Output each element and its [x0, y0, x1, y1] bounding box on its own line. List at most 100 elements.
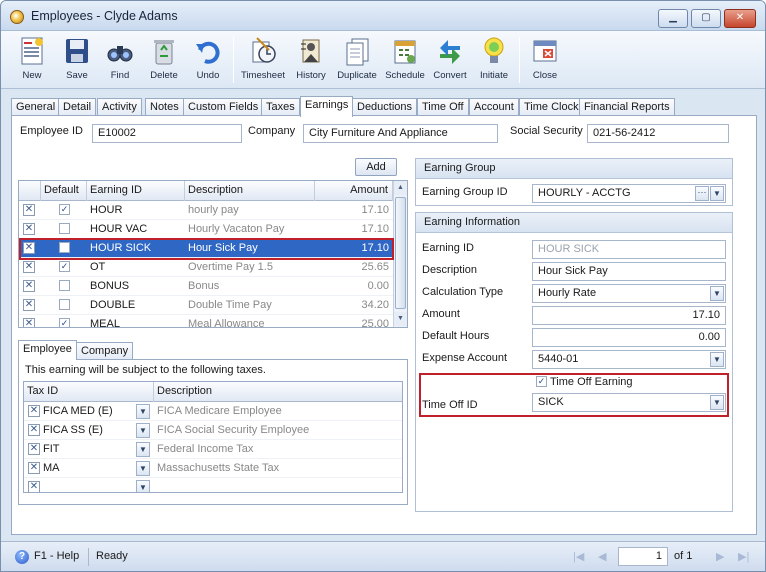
delete-row-icon[interactable]: ✕ — [23, 223, 35, 235]
tab-earnings[interactable]: Earnings — [300, 96, 354, 117]
earning-row[interactable]: ✕ ✓ MEAL Meal Allowance 25.00 — [19, 315, 393, 327]
tab-notes[interactable]: Notes — [145, 98, 184, 116]
tax-id-cell[interactable]: FICA MED (E) — [40, 402, 135, 420]
delete-row-icon[interactable]: ✕ — [23, 261, 35, 273]
default-checkbox[interactable] — [59, 299, 70, 310]
earning-row[interactable]: ✕ ✓ HOUR hourly pay 17.10 — [19, 201, 393, 220]
delete-row-icon[interactable]: ✕ — [28, 424, 40, 436]
help-label[interactable]: F1 - Help — [34, 550, 79, 562]
ellipsis-icon[interactable]: ··· — [695, 186, 709, 201]
employee-id-field[interactable]: E10002 — [92, 124, 242, 143]
column-header-tax-id[interactable]: Tax ID — [24, 382, 154, 402]
duplicate-button[interactable]: Duplicate — [335, 34, 379, 86]
chevron-down-icon[interactable]: ▼ — [136, 442, 150, 457]
default-checkbox[interactable] — [59, 223, 70, 234]
earning-row[interactable]: ✕ HOUR VAC Hourly Vacaton Pay 17.10 — [19, 220, 393, 239]
time-off-id-field[interactable]: SICK ▼ — [532, 393, 726, 412]
new-button[interactable]: New — [13, 34, 51, 86]
default-checkbox[interactable]: ✓ — [59, 261, 70, 272]
default-checkbox[interactable] — [59, 280, 70, 291]
tax-id-cell[interactable]: MA — [40, 459, 135, 477]
initiate-button[interactable]: Initiate — [475, 34, 513, 86]
undo-button[interactable]: Undo — [189, 34, 227, 86]
maximize-button[interactable]: ▢ — [691, 9, 721, 28]
delete-row-icon[interactable]: ✕ — [28, 481, 40, 492]
tab-time-clock[interactable]: Time Clock — [519, 98, 584, 116]
tab-general[interactable]: General — [11, 98, 61, 116]
description-field[interactable]: Hour Sick Pay — [532, 262, 726, 281]
calculation-type-field[interactable]: Hourly Rate ▼ — [532, 284, 726, 303]
delete-button[interactable]: Delete — [145, 34, 183, 86]
expense-account-field[interactable]: 5440-01 ▼ — [532, 350, 726, 369]
delete-row-icon[interactable]: ✕ — [23, 280, 35, 292]
minimize-button[interactable]: ▁ — [658, 9, 688, 28]
delete-row-icon[interactable]: ✕ — [23, 204, 35, 216]
history-button[interactable]: History — [292, 34, 330, 86]
default-hours-field[interactable]: 0.00 — [532, 328, 726, 347]
next-page-icon[interactable]: ▶ — [716, 550, 724, 563]
chevron-down-icon[interactable]: ▼ — [136, 404, 150, 419]
time-off-earning-checkbox[interactable]: ✓ — [536, 376, 547, 387]
tab-custom-fields[interactable]: Custom Fields — [183, 98, 264, 116]
tax-row[interactable]: ✕ FIT ▼ Federal Income Tax — [24, 440, 402, 459]
scroll-thumb[interactable] — [395, 197, 406, 309]
first-page-icon[interactable]: |◀ — [573, 550, 584, 563]
default-checkbox[interactable]: ✓ — [59, 204, 70, 215]
close-button[interactable]: Close — [526, 34, 564, 86]
subtab-company[interactable]: Company — [76, 342, 134, 359]
earning-group-id-field[interactable]: HOURLY - ACCTG ··· ▼ — [532, 184, 726, 203]
column-header-earning-id[interactable]: Earning ID — [87, 181, 185, 201]
column-header-default[interactable]: Default — [41, 181, 87, 201]
help-icon[interactable]: ? — [15, 550, 29, 564]
earning-row[interactable]: ✕ ✓ OT Overtime Pay 1.5 25.65 — [19, 258, 393, 277]
tax-id-cell[interactable]: FICA SS (E) — [40, 421, 135, 439]
tab-taxes[interactable]: Taxes — [261, 98, 300, 116]
chevron-down-icon[interactable]: ▼ — [710, 186, 724, 201]
tab-time-off[interactable]: Time Off — [417, 98, 469, 116]
earning-row[interactable]: ✕ DOUBLE Double Time Pay 34.20 — [19, 296, 393, 315]
add-earning-button[interactable]: Add — [355, 158, 397, 176]
find-button[interactable]: Find — [101, 34, 139, 86]
column-header-description[interactable]: Description — [185, 181, 315, 201]
tab-deductions[interactable]: Deductions — [352, 98, 418, 116]
schedule-button[interactable]: Schedule — [384, 34, 426, 86]
tab-detail[interactable]: Detail — [58, 98, 97, 116]
company-field[interactable]: City Furniture And Appliance — [303, 124, 498, 143]
chevron-down-icon[interactable]: ▼ — [710, 286, 724, 301]
delete-row-icon[interactable]: ✕ — [23, 318, 35, 327]
timesheet-button[interactable]: Timesheet — [240, 34, 286, 86]
tab-activity[interactable]: Activity — [97, 98, 142, 116]
delete-row-icon[interactable]: ✕ — [28, 405, 40, 417]
tab-account[interactable]: Account — [469, 98, 519, 116]
delete-row-icon[interactable]: ✕ — [23, 299, 35, 311]
social-security-field[interactable]: 021-56-2412 — [587, 124, 729, 143]
tax-row[interactable]: ✕ FICA MED (E) ▼ FICA Medicare Employee — [24, 402, 402, 421]
delete-row-icon[interactable]: ✕ — [28, 443, 40, 455]
tax-row[interactable]: ✕ ▼ — [24, 478, 402, 492]
amount-field[interactable]: 17.10 — [532, 306, 726, 325]
save-button[interactable]: Save — [58, 34, 96, 86]
page-number-input[interactable]: 1 — [618, 547, 668, 566]
tax-id-cell[interactable]: FIT — [40, 440, 135, 458]
chevron-down-icon[interactable]: ▼ — [710, 395, 724, 410]
previous-page-icon[interactable]: ◀ — [598, 550, 606, 563]
convert-button[interactable]: Convert — [430, 34, 470, 86]
tax-id-cell[interactable] — [40, 478, 135, 492]
chevron-down-icon[interactable]: ▼ — [136, 423, 150, 438]
chevron-down-icon[interactable]: ▼ — [136, 461, 150, 476]
default-checkbox[interactable]: ✓ — [59, 318, 70, 327]
scroll-up-arrow-icon[interactable]: ▲ — [394, 181, 407, 195]
earnings-scrollbar[interactable]: ▲ ▼ — [393, 181, 407, 327]
column-header-tax-description[interactable]: Description — [154, 382, 402, 402]
tax-row[interactable]: ✕ MA ▼ Massachusetts State Tax — [24, 459, 402, 478]
column-header-amount[interactable]: Amount — [315, 181, 393, 201]
scroll-down-arrow-icon[interactable]: ▼ — [394, 312, 407, 326]
subtab-employee[interactable]: Employee — [18, 340, 77, 360]
delete-row-icon[interactable]: ✕ — [28, 462, 40, 474]
close-window-button[interactable]: ✕ — [724, 9, 756, 28]
tax-row[interactable]: ✕ FICA SS (E) ▼ FICA Social Security Employ… — [24, 421, 402, 440]
earning-row[interactable]: ✕ BONUS Bonus 0.00 — [19, 277, 393, 296]
last-page-icon[interactable]: ▶| — [738, 550, 749, 563]
tab-financial-reports[interactable]: Financial Reports — [579, 98, 675, 116]
chevron-down-icon[interactable]: ▼ — [710, 352, 724, 367]
